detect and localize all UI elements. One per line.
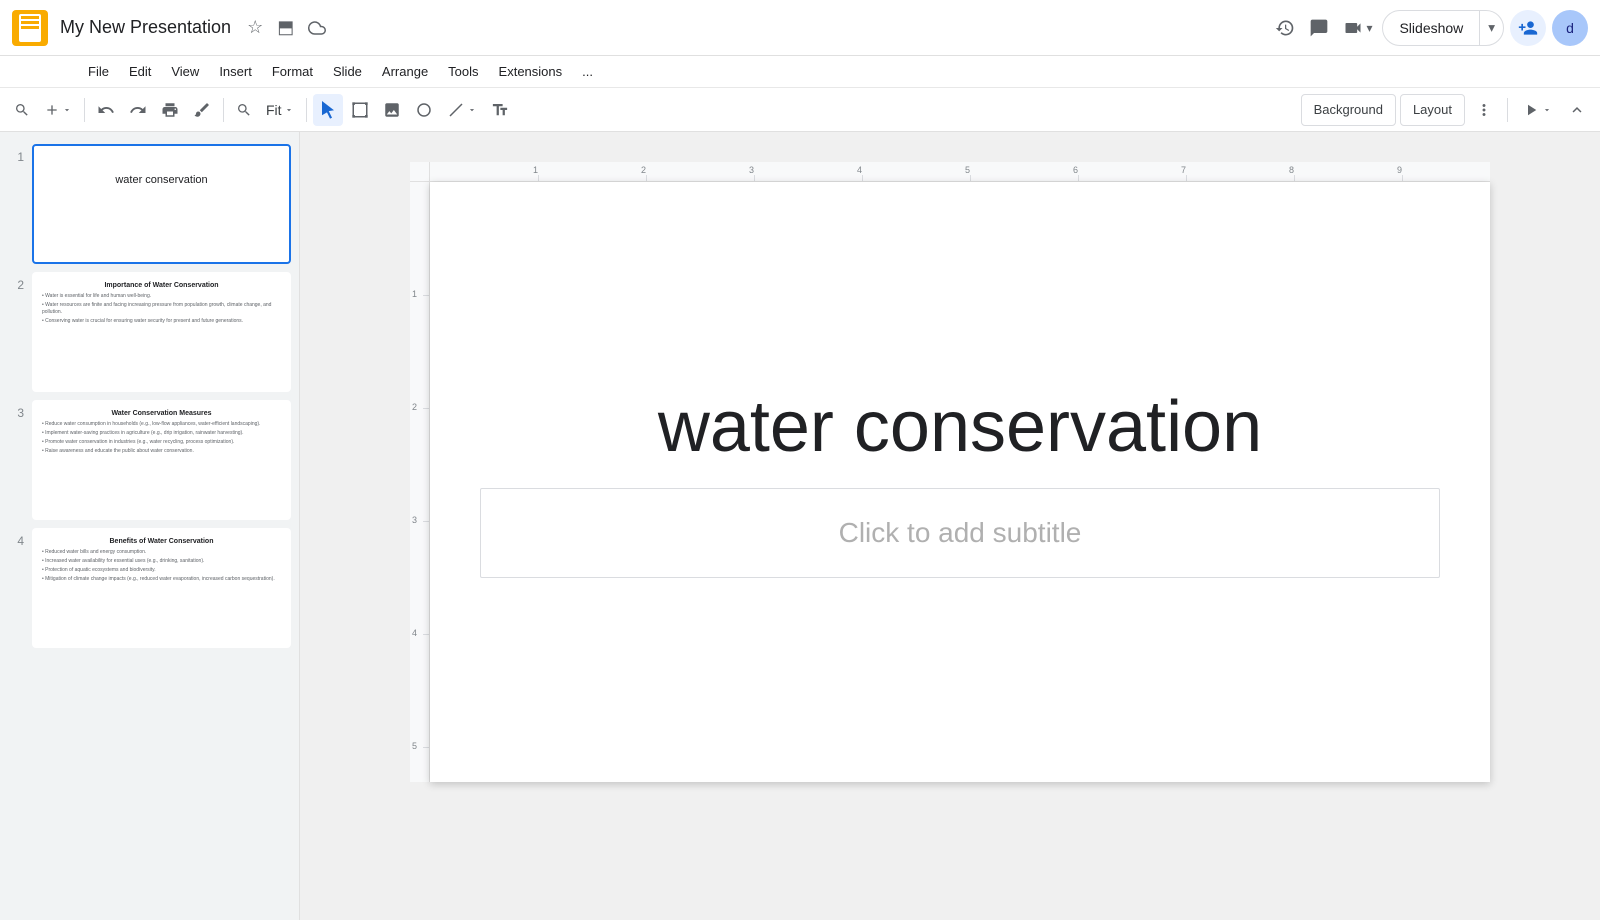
subtitle-placeholder: Click to add subtitle — [839, 517, 1082, 549]
menu-extensions[interactable]: Extensions — [491, 62, 571, 81]
image-btn[interactable] — [377, 94, 407, 126]
layout-btn[interactable]: Layout — [1400, 94, 1465, 126]
menu-format[interactable]: Format — [264, 62, 321, 81]
canvas-area: 1 2 3 4 5 6 7 8 9 1 2 3 4 5 water conservation Click… — [300, 132, 1600, 920]
slideshow-main-btn[interactable]: Slideshow — [1383, 11, 1480, 45]
slideshow-dropdown-btn[interactable]: ▾ — [1480, 11, 1503, 45]
ruler-h-mark: 2 — [641, 165, 646, 175]
menu-tools[interactable]: Tools — [440, 62, 486, 81]
thumb-content: • Reduced water bills and energy consump… — [42, 549, 281, 583]
slide-item-3[interactable]: 3 Water Conservation Measures • Reduce w… — [0, 396, 299, 524]
toolbar-separator-2 — [223, 98, 224, 122]
ruler-v-mark: 1 — [412, 289, 417, 299]
doc-title: My New Presentation — [60, 17, 231, 38]
ruler-corner — [410, 162, 430, 182]
slideshow-button[interactable]: Slideshow ▾ — [1382, 10, 1504, 46]
ruler-h-mark: 6 — [1073, 165, 1078, 175]
slide-item-1[interactable]: 1 water conservation — [0, 140, 299, 268]
add-btn[interactable] — [38, 94, 78, 126]
add-user-button[interactable] — [1510, 10, 1546, 46]
history-icon[interactable] — [1271, 14, 1299, 42]
menu-bar: File Edit View Insert Format Slide Arran… — [0, 56, 1600, 88]
toolbar-separator-1 — [84, 98, 85, 122]
slide-number: 3 — [8, 400, 24, 420]
textbox-btn[interactable] — [485, 94, 515, 126]
print-btn[interactable] — [155, 94, 185, 126]
ruler-vertical: 1 2 3 4 5 — [410, 182, 430, 782]
app-logo — [12, 10, 48, 46]
ruler-h-mark: 8 — [1289, 165, 1294, 175]
top-right-icons: ▾ Slideshow ▾ d — [1271, 10, 1588, 46]
line-btn[interactable] — [441, 94, 483, 126]
redo-btn[interactable] — [123, 94, 153, 126]
ruler-h-mark: 1 — [533, 165, 538, 175]
move-to-folder-icon[interactable]: ⬒ — [273, 13, 298, 42]
top-bar: My New Presentation ☆ ⬒ ▾ Slideshow ▾ d — [0, 0, 1600, 56]
slide-item-4[interactable]: 4 Benefits of Water Conservation • Reduc… — [0, 524, 299, 652]
slide-number: 1 — [8, 144, 24, 164]
thumb-content: • Water is essential for life and human … — [42, 293, 281, 325]
menu-insert[interactable]: Insert — [211, 62, 260, 81]
ruler-v-mark: 4 — [412, 628, 417, 638]
search-toolbar-btn[interactable] — [8, 94, 36, 126]
slide-item-2[interactable]: 2 Importance of Water Conservation • Wat… — [0, 268, 299, 396]
ruler-h-mark: 5 — [965, 165, 970, 175]
cloud-save-icon[interactable] — [304, 15, 330, 41]
comments-icon[interactable] — [1305, 14, 1333, 42]
toolbar-separator-3 — [306, 98, 307, 122]
user-avatar[interactable]: d — [1552, 10, 1588, 46]
thumb-heading: Water Conservation Measures — [42, 410, 281, 417]
meet-icon[interactable]: ▾ — [1339, 14, 1376, 42]
ruler-v-mark: 2 — [412, 402, 417, 412]
toolbar-right: Background Layout — [1301, 94, 1592, 126]
thumb-content: • Reduce water consumption in households… — [42, 421, 281, 455]
slide-main-title[interactable]: water conservation — [658, 386, 1262, 468]
format-paint-btn[interactable] — [187, 94, 217, 126]
thumb-heading: Importance of Water Conservation — [42, 282, 281, 289]
main-area: 1 water conservation 2 Importance of Water… — [0, 132, 1600, 920]
thumb-title: water conservation — [42, 174, 281, 186]
ruler-h-mark: 3 — [749, 165, 754, 175]
toolbar-separator-right — [1507, 98, 1508, 122]
ruler-v-mark: 5 — [412, 741, 417, 751]
cursor-tool-btn[interactable] — [313, 94, 343, 126]
slide-thumbnail-2: Importance of Water Conservation • Water… — [32, 272, 291, 392]
ruler-h-mark: 9 — [1397, 165, 1402, 175]
menu-arrange[interactable]: Arrange — [374, 62, 436, 81]
ruler-v-mark: 3 — [412, 515, 417, 525]
toolbar: Fit Background Layout — [0, 88, 1600, 132]
collapse-toolbar-btn[interactable] — [1562, 94, 1592, 126]
ruler-h-mark: 4 — [857, 165, 862, 175]
slide-number: 4 — [8, 528, 24, 548]
menu-slide[interactable]: Slide — [325, 62, 370, 81]
thumb-heading: Benefits of Water Conservation — [42, 538, 281, 545]
slide-number: 2 — [8, 272, 24, 292]
menu-edit[interactable]: Edit — [121, 62, 159, 81]
slide-thumbnail-1: water conservation — [32, 144, 291, 264]
present-btn[interactable] — [1516, 94, 1558, 126]
ruler-horizontal: 1 2 3 4 5 6 7 8 9 — [430, 162, 1490, 182]
slide-canvas: water conservation Click to add subtitle — [430, 182, 1490, 782]
slide-subtitle-box[interactable]: Click to add subtitle — [480, 488, 1440, 578]
background-btn[interactable]: Background — [1301, 94, 1396, 126]
zoom-level-btn[interactable]: Fit — [260, 94, 300, 126]
slide-thumbnail-3: Water Conservation Measures • Reduce wat… — [32, 400, 291, 520]
shapes-btn[interactable] — [409, 94, 439, 126]
slide-panel: 1 water conservation 2 Importance of Water… — [0, 132, 300, 920]
menu-file[interactable]: File — [80, 62, 117, 81]
zoom-label: Fit — [266, 102, 282, 118]
slide-thumbnail-4: Benefits of Water Conservation • Reduced… — [32, 528, 291, 648]
undo-btn[interactable] — [91, 94, 121, 126]
star-icon[interactable]: ☆ — [243, 13, 267, 42]
ruler-h-mark: 7 — [1181, 165, 1186, 175]
title-icons: ☆ ⬒ — [243, 13, 330, 42]
select-resize-btn[interactable] — [345, 94, 375, 126]
menu-more[interactable]: ... — [574, 62, 601, 81]
menu-view[interactable]: View — [163, 62, 207, 81]
zoom-btn[interactable] — [230, 94, 258, 126]
more-options-btn[interactable] — [1469, 94, 1499, 126]
